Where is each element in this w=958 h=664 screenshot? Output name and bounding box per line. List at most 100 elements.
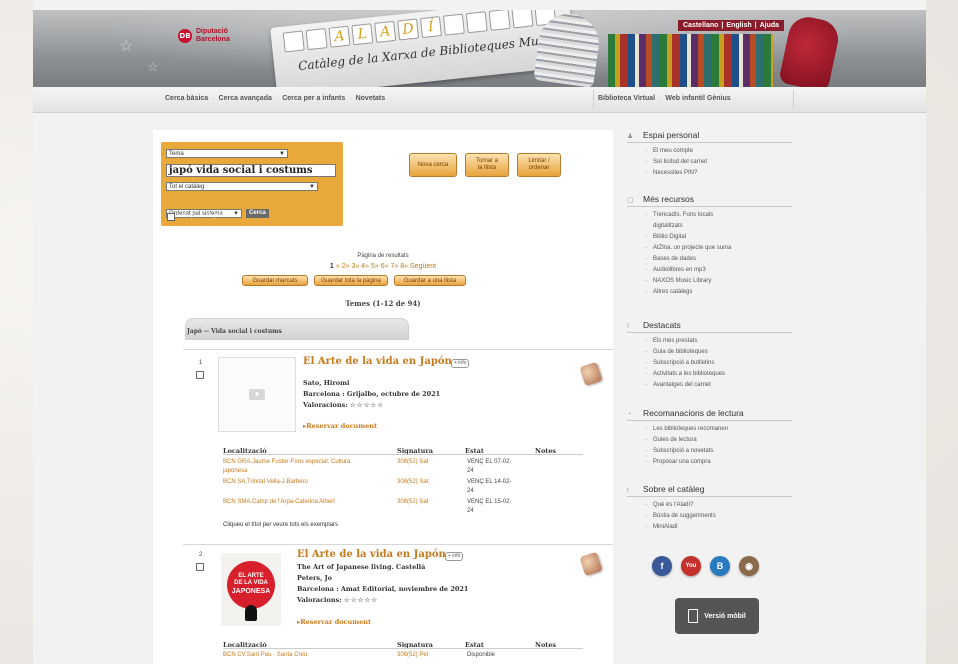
scope-select[interactable]: Tot el catàleg ▼	[166, 182, 318, 191]
page-arrow-icon: »	[384, 263, 389, 270]
save-page-button[interactable]: Guardar tota la pàgina	[314, 275, 388, 286]
holding-callnumber: 308(52) Pet	[397, 652, 429, 658]
sidebar-link[interactable]: Els més prestats	[645, 338, 697, 344]
search-button[interactable]: Cerca	[246, 209, 269, 218]
facebook-icon[interactable]: f	[652, 556, 672, 576]
section-title-text: Sobre el catàleg	[643, 484, 705, 494]
nav-advanced-search[interactable]: Cerca avançada	[219, 95, 272, 102]
more-info-button[interactable]: + info	[451, 359, 470, 368]
book-cover-thumbnail[interactable]: EL ARTE DE LA VIDA JAPONESA	[221, 553, 281, 626]
sidebar-link[interactable]: Biblio Digital	[645, 234, 686, 240]
reserve-link[interactable]: ▸Reservar document	[303, 422, 377, 430]
result-title-link[interactable]: El Arte de la vida en Japón	[303, 356, 452, 367]
result-publisher: Barcelona : Grijalbo, octubre de 2021	[303, 390, 441, 398]
logo-key: Í	[419, 16, 442, 39]
sidebar-link[interactable]: AtZlna. un projecte que suma	[645, 245, 731, 251]
sidebar-section-title: ! Destacats	[627, 320, 792, 333]
result-checkbox[interactable]	[196, 563, 204, 571]
sidebar-section-title: ♟ Espai personal	[627, 130, 792, 143]
nav-new-items[interactable]: Novetats	[356, 95, 386, 102]
next-page-link[interactable]: Següent	[410, 263, 436, 270]
nav-virtual-library[interactable]: Biblioteca Virtual	[598, 95, 655, 102]
sidebar-link[interactable]: Subscripció a novetats	[645, 448, 713, 454]
pagination-label: Pàgina de resultats	[357, 253, 409, 259]
cover-text: DE LA VIDA	[234, 580, 268, 586]
lang-castellano-link[interactable]: Castellano	[683, 22, 718, 29]
search-field-select[interactable]: Tema ▼	[166, 149, 288, 158]
sidebar-link[interactable]: Bústia de suggeriments	[645, 513, 716, 519]
page-arrow-icon: »	[374, 263, 379, 270]
rating-label: Valoracions:	[303, 401, 348, 409]
sidebar-link[interactable]: Trencadís. Fons locals	[645, 212, 713, 218]
holding-location[interactable]: BCN SMA.Camp de l'Arpa-Caterina Albert	[223, 498, 335, 507]
sidebar-link[interactable]: Guia de biblioteques	[645, 349, 708, 355]
language-links: Castellano | English | Ajuda	[678, 20, 785, 31]
sidebar-link[interactable]: Activitats a les biblioteques	[645, 371, 725, 377]
holding-location[interactable]: BCN GRA.Jaume Fuster-Fons especial: Cult…	[223, 458, 350, 467]
diputacio-logo[interactable]: DB Diputació Barcelona	[178, 28, 230, 44]
instagram-icon[interactable]: ◉	[739, 556, 759, 576]
new-search-label: Nova cerca	[417, 161, 449, 168]
sidebar-link[interactable]: Guies de lectura	[645, 437, 697, 443]
nav-kids-search[interactable]: Cerca per a infants	[282, 95, 345, 102]
scope-value: Tot el catàleg	[169, 184, 205, 190]
lang-separator: |	[754, 22, 757, 29]
save-list-button[interactable]: Guardar a una llista	[394, 275, 466, 286]
sidebar-link[interactable]: Necessites PIN?	[645, 170, 697, 176]
nav-genius[interactable]: Web infantil Gènius	[665, 95, 730, 102]
available-checkbox[interactable]	[167, 213, 175, 221]
sidebar-link[interactable]: Subscripció a butlletins	[645, 360, 714, 366]
mobile-version-button[interactable]: Versió mòbil	[675, 598, 759, 634]
holding-status: VENÇ EL 14-02-	[467, 479, 512, 485]
nav-basic-search[interactable]: Cerca bàsica	[165, 95, 208, 102]
search-input[interactable]: japó vida social i costums	[166, 164, 336, 177]
holding-location[interactable]: BCN SA.Trinitat Vella-J.Barbero	[223, 478, 308, 487]
results-summary: Temes (1-12 de 94)	[345, 299, 421, 308]
new-search-button[interactable]: Nova cerca	[409, 153, 457, 177]
youtube-icon[interactable]: You	[681, 556, 701, 576]
sidebar-link[interactable]: Avantatges del carnet	[645, 382, 711, 388]
help-link[interactable]: Ajuda	[760, 22, 779, 29]
holding-callnumber: 308(52) Sat	[397, 459, 429, 465]
results-panel: Tema ▼ japó vida social i costums Tot el…	[153, 130, 613, 664]
page-arrow-icon: »	[365, 263, 369, 270]
save-marked-button[interactable]: Guardar marcats	[242, 275, 308, 286]
sidebar-section-title: ◔ Recomanacions de lectura	[627, 408, 792, 421]
limit-sort-button[interactable]: Limitar / ordenar	[517, 153, 561, 177]
sidebar-link[interactable]: Proposar una compra	[645, 459, 711, 465]
sidebar-link[interactable]: digitalitzats	[653, 223, 683, 229]
holding-status: 24	[467, 468, 474, 474]
reserve-label: Reservar document	[306, 422, 378, 430]
sidebar-link[interactable]: Altres catàlegs	[645, 289, 692, 295]
sidebar-link[interactable]: Què és l'Aladí?	[645, 502, 693, 508]
rating-stars[interactable]: ☆☆☆☆☆	[344, 596, 378, 604]
back-to-list-button[interactable]: Tornar a la llista	[465, 153, 509, 177]
available-label: exemplars disponibles	[177, 213, 237, 219]
cover-text: EL ARTE	[238, 573, 264, 579]
blogger-icon[interactable]: B	[710, 556, 730, 576]
book-format-icon	[579, 361, 603, 387]
sidebar-link[interactable]: Bases de dades	[645, 256, 696, 262]
sidebar-link[interactable]: MiniAladí	[645, 524, 678, 530]
sidebar-link[interactable]: Audiollibres en mp3	[645, 267, 706, 273]
holding-location[interactable]: japonesa	[223, 467, 247, 476]
sidebar-link[interactable]: Sol·licitud del carnet	[645, 159, 707, 165]
result-title-link[interactable]: El Arte de la vida en Japón	[297, 549, 446, 560]
rating-stars[interactable]: ☆☆☆☆☆	[350, 401, 384, 409]
sidebar-link[interactable]: NAXOS Music Library	[645, 278, 711, 284]
result-rating: Valoracions: ☆☆☆☆☆	[297, 596, 378, 604]
holding-callnumber: 308(52) Sat	[397, 479, 429, 485]
more-info-button[interactable]: + info	[445, 552, 464, 561]
holding-location[interactable]: BCN CV.Sant Pau - Santa Creu	[223, 651, 307, 660]
sidebar-link[interactable]: Les biblioteques recomanen	[645, 426, 728, 432]
diputacio-text: Diputació Barcelona	[196, 28, 230, 44]
lang-english-link[interactable]: English	[726, 22, 751, 29]
reserve-link[interactable]: ▸Reservar document	[297, 618, 371, 626]
nav-separator: ·	[349, 95, 352, 102]
section-title-text: Recomanacions de lectura	[643, 408, 744, 418]
sidebar-link[interactable]: El meu compte	[645, 148, 693, 154]
header-banner: ☆ ☆ DB Diputació Barcelona A L A D Í Cat…	[33, 10, 926, 87]
no-cover-thumbnail[interactable]	[218, 357, 296, 432]
logo-key	[282, 30, 305, 53]
result-checkbox[interactable]	[196, 371, 204, 379]
